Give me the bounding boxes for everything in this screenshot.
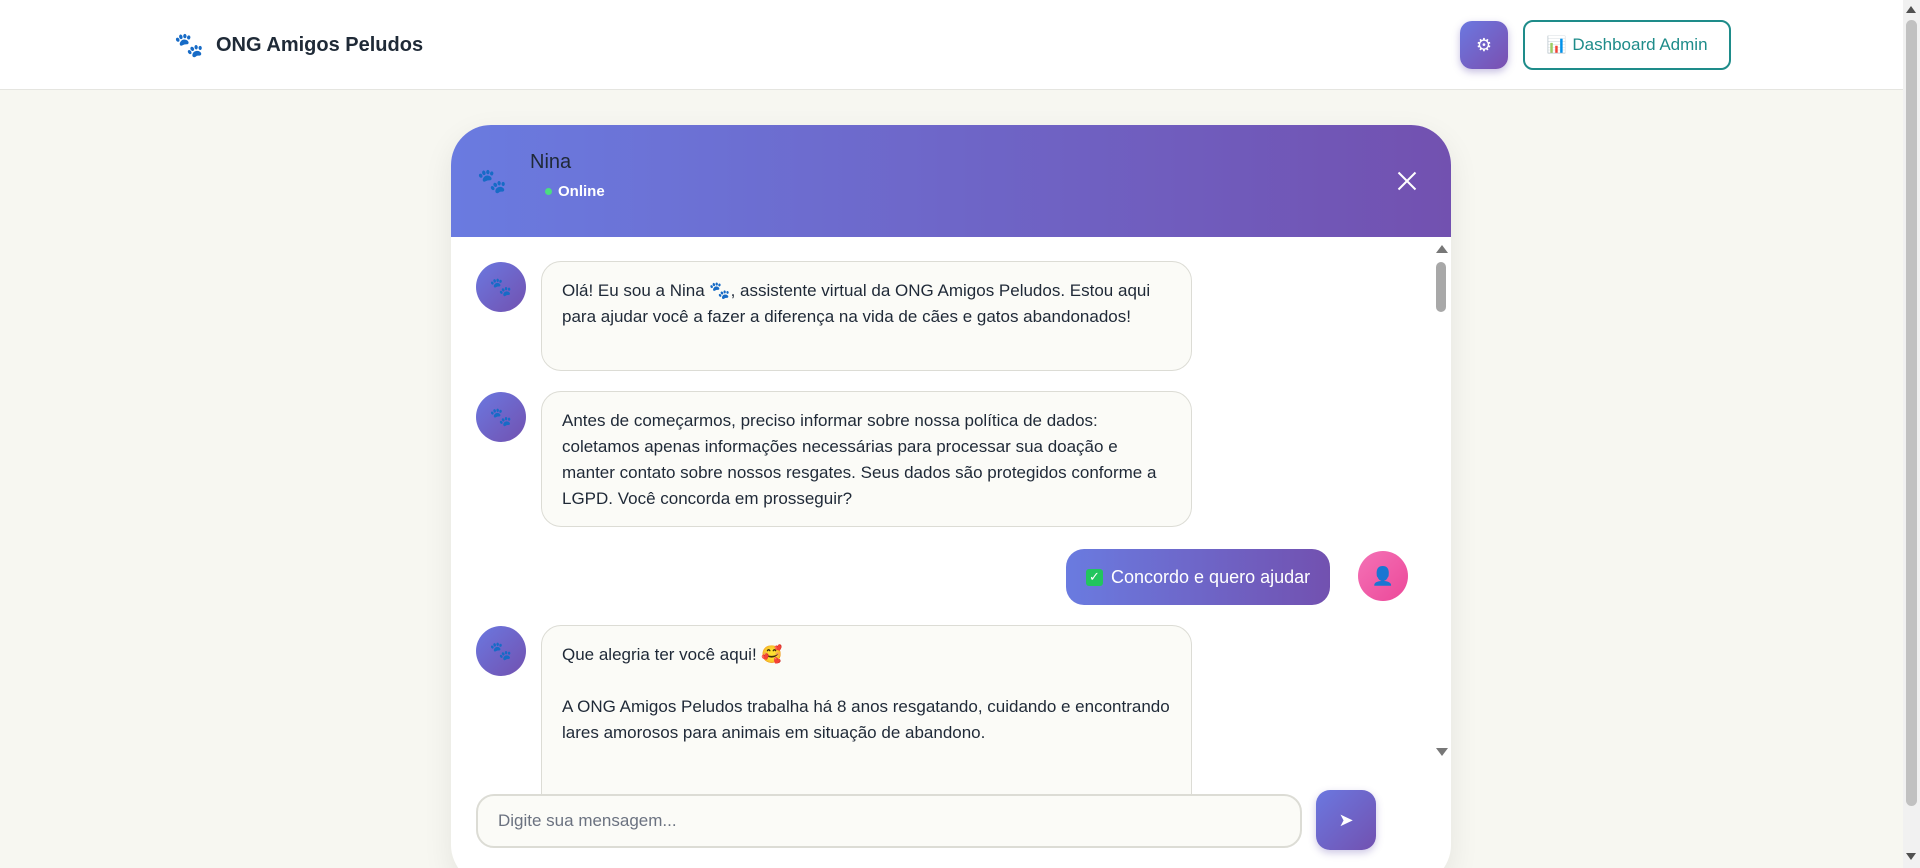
- chat-header: 🐾 Nina Online: [451, 125, 1451, 237]
- top-navbar: 🐾 ONG Amigos Peludos ⚙ 📊 Dashboard Admin: [0, 0, 1903, 90]
- paw-icon: 🐾: [489, 406, 513, 427]
- brand-name: ONG Amigos Peludos: [216, 33, 424, 56]
- dashboard-admin-label: Dashboard Admin: [1572, 35, 1708, 54]
- send-button[interactable]: ➤: [1316, 790, 1376, 850]
- chart-icon: 📊: [1546, 37, 1567, 54]
- status-dot: [545, 188, 552, 195]
- message-input[interactable]: [476, 794, 1302, 848]
- paw-icon: 🐾: [489, 276, 513, 297]
- user-icon: 👤: [1371, 565, 1395, 586]
- bot-message: Olá! Eu sou a Nina 🐾, assistente virtual…: [541, 261, 1192, 371]
- message-text: Olá! Eu sou a Nina 🐾, assistente virtual…: [562, 281, 1151, 326]
- message-list[interactable]: 🐾 Olá! Eu sou a Nina 🐾, assistente virtu…: [451, 237, 1451, 868]
- bot-avatar: 🐾: [476, 262, 526, 312]
- user-avatar: 👤: [1358, 551, 1408, 601]
- scroll-up-arrow-icon[interactable]: [1436, 245, 1448, 253]
- send-icon: ➤: [1338, 809, 1354, 830]
- chat-window: 🐾 Nina Online 🐾 Olá! Eu sou a Nina 🐾, as…: [451, 125, 1451, 868]
- scroll-thumb[interactable]: [1906, 20, 1917, 806]
- close-chat-button[interactable]: [1393, 167, 1421, 195]
- bot-name: Nina: [530, 151, 572, 173]
- message-text-line: A ONG Amigos Peludos trabalha há 8 anos …: [562, 697, 1170, 742]
- bot-avatar: 🐾: [476, 392, 526, 442]
- check-icon: ✓: [1086, 568, 1103, 586]
- settings-button[interactable]: ⚙: [1460, 21, 1508, 69]
- bot-message: Antes de começarmos, preciso informar so…: [541, 391, 1192, 527]
- scroll-thumb[interactable]: [1436, 262, 1446, 312]
- dashboard-admin-button[interactable]: 📊 Dashboard Admin: [1523, 20, 1731, 70]
- page-scrollbar[interactable]: [1903, 0, 1920, 868]
- gear-icon: ⚙: [1475, 34, 1493, 55]
- message-text: Concordo e quero ajudar: [1111, 566, 1311, 587]
- message-text: Antes de começarmos, preciso informar so…: [562, 411, 1157, 508]
- bot-status: Online: [545, 183, 605, 200]
- brand[interactable]: 🐾 ONG Amigos Peludos: [174, 30, 423, 60]
- scroll-up-arrow-icon[interactable]: [1906, 6, 1916, 13]
- user-message: ✓ Concordo e quero ajudar: [1066, 549, 1331, 605]
- paw-icon: 🐾: [477, 168, 507, 195]
- paw-icon: 🐾: [174, 31, 204, 59]
- paw-icon: 🐾: [489, 640, 513, 661]
- chat-scrollbar[interactable]: [1433, 239, 1449, 759]
- message-text-line: Que alegria ter você aqui! 🥰: [562, 645, 783, 664]
- scroll-down-arrow-icon[interactable]: [1906, 853, 1916, 860]
- status-text: Online: [558, 183, 605, 200]
- bot-avatar: 🐾: [476, 626, 526, 676]
- scroll-down-arrow-icon[interactable]: [1436, 748, 1448, 756]
